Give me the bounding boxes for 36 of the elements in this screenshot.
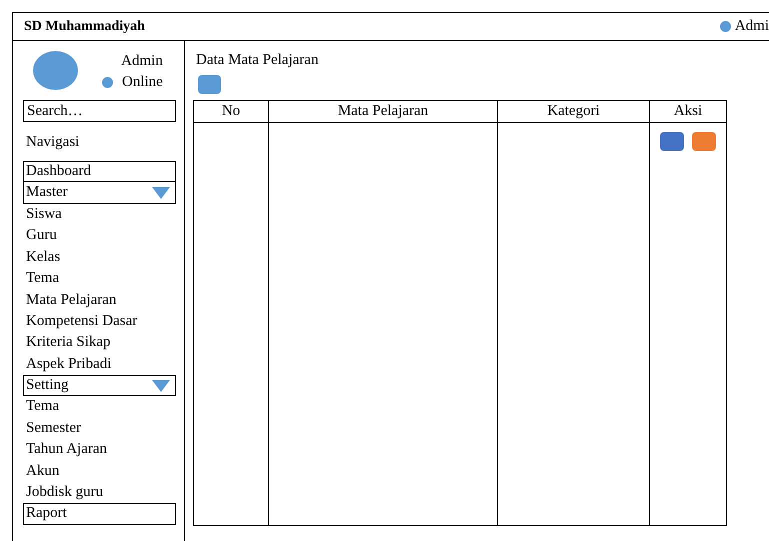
nav-item[interactable]: Mata Pelajaran <box>23 289 176 311</box>
profile-name: Admin <box>121 52 163 71</box>
action-button[interactable] <box>660 132 684 151</box>
avatar <box>33 51 78 90</box>
column-header: No <box>194 101 269 123</box>
nav-item[interactable]: Tema <box>23 268 176 290</box>
nav-item[interactable]: Dashboard <box>23 161 176 182</box>
app-title: SD Muhammadiyah <box>24 18 145 34</box>
page-title: Data Mata Pelajaran <box>196 51 320 69</box>
nav-group[interactable]: Master <box>23 182 176 204</box>
action-button[interactable] <box>692 132 716 151</box>
nav-group[interactable]: Setting <box>23 374 176 396</box>
nav-item[interactable]: Raport <box>23 503 176 525</box>
group-label: Setting <box>26 376 69 396</box>
nav-item[interactable]: Tahun Ajaran <box>23 439 176 460</box>
column-header: Aksi <box>650 101 726 123</box>
search-field[interactable]: Search… <box>23 100 176 122</box>
nav-item[interactable]: Guru <box>23 225 176 247</box>
user-name[interactable]: Admi <box>734 18 769 35</box>
caret-icon[interactable] <box>152 186 170 199</box>
nav-item[interactable]: Aspek Pribadi <box>23 354 176 375</box>
nav-item[interactable]: Tema <box>23 396 176 418</box>
nav-heading: Navigasi <box>26 133 80 152</box>
nav-item[interactable]: Siswa <box>23 204 176 226</box>
nav-item[interactable]: Kompetensi Dasar <box>23 310 176 332</box>
add-button[interactable] <box>198 75 221 94</box>
nav-item[interactable]: Akun <box>23 460 176 482</box>
nav-item[interactable]: Kelas <box>23 246 176 268</box>
group-label: Master <box>26 183 68 202</box>
column-header: Kategori <box>498 101 650 123</box>
caret-icon[interactable] <box>152 380 170 392</box>
nav-item[interactable]: Semester <box>23 418 176 440</box>
status-text: Online <box>122 73 163 92</box>
column-header: Mata Pelajaran <box>269 101 498 123</box>
nav-item[interactable]: Jobdisk guru <box>23 482 176 504</box>
nav-item[interactable]: Kriteria Sikap <box>23 332 176 354</box>
